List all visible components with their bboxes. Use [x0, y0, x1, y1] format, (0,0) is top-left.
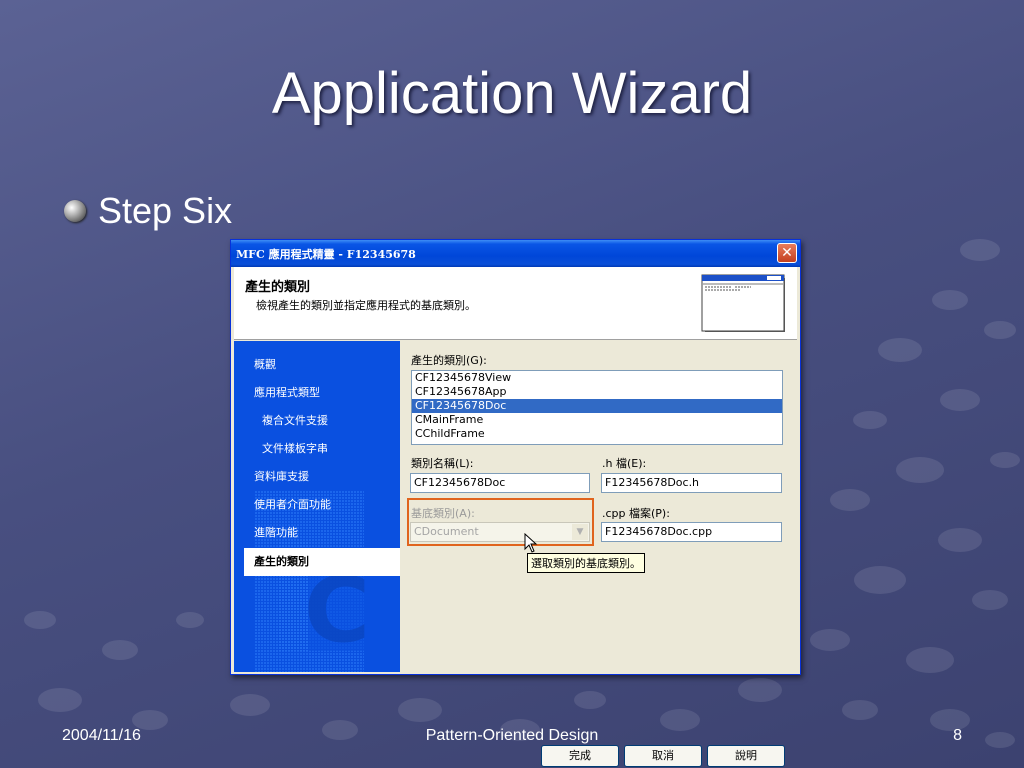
- list-item[interactable]: CMainFrame: [412, 413, 782, 427]
- close-button[interactable]: ✕: [777, 243, 797, 263]
- base-class-combo[interactable]: CDocument ▼: [410, 522, 590, 542]
- list-item[interactable]: CF12345678App: [412, 385, 782, 399]
- base-class-tooltip: 選取類別的基底類別。: [527, 553, 645, 573]
- wizard-content: 產生的類別(G): CF12345678View CF12345678App C…: [400, 341, 797, 767]
- footer-title: Pattern-Oriented Design: [425, 727, 599, 744]
- sidebar-item-advanced-features[interactable]: 進階功能: [234, 519, 400, 547]
- dialog-title: MFC 應用程式精靈 - F12345678: [236, 248, 416, 261]
- slide-title: Application Wizard: [271, 61, 753, 126]
- h-file-label: .h 檔(E):: [602, 457, 647, 470]
- wizard-header: 產生的類別 檢視產生的類別並指定應用程式的基底類別。: [234, 267, 797, 340]
- sidebar-item-database-support[interactable]: 資料庫支援: [234, 463, 400, 491]
- list-item-selected[interactable]: CF12345678Doc: [412, 399, 782, 413]
- chevron-down-icon[interactable]: ▼: [572, 524, 588, 540]
- h-file-field[interactable]: F12345678Doc.h: [601, 473, 782, 493]
- help-button[interactable]: 說明: [707, 745, 785, 767]
- wizard-sidebar: C 概觀 應用程式類型 複合文件支援 文件樣板字串 資料庫支援 使用者介面功能 …: [234, 341, 400, 672]
- close-icon: ✕: [781, 245, 793, 261]
- base-class-value: CDocument: [414, 525, 479, 538]
- list-item[interactable]: CChildFrame: [412, 427, 782, 441]
- bullet-text: Step Six: [98, 190, 233, 231]
- class-name-field[interactable]: CF12345678Doc: [410, 473, 590, 493]
- finish-button[interactable]: 完成: [541, 745, 619, 767]
- generated-classes-label: 產生的類別(G):: [411, 354, 487, 367]
- bullet-item: Step Six: [64, 190, 232, 232]
- mouse-cursor-icon: [524, 533, 538, 553]
- header-title: 產生的類別: [245, 280, 311, 295]
- list-item[interactable]: CF12345678View: [412, 371, 782, 385]
- cpp-file-label: .cpp 檔案(P):: [602, 507, 670, 520]
- page-number: 8: [953, 727, 962, 744]
- class-name-label: 類別名稱(L):: [411, 457, 474, 470]
- sidebar-item-application-type[interactable]: 應用程式類型: [234, 379, 400, 407]
- generated-classes-list[interactable]: CF12345678View CF12345678App CF12345678D…: [411, 370, 783, 445]
- sidebar-item-document-template[interactable]: 文件樣板字串: [234, 435, 400, 463]
- sidebar-item-overview[interactable]: 概觀: [234, 351, 400, 379]
- sidebar-item-ui-features[interactable]: 使用者介面功能: [234, 491, 400, 519]
- header-subtitle: 檢視產生的類別並指定應用程式的基底類別。: [256, 299, 476, 312]
- base-class-label: 基底類別(A):: [411, 507, 475, 520]
- window-preview-icon: [701, 274, 785, 332]
- bullet-sphere-icon: [64, 200, 86, 222]
- cancel-button[interactable]: 取消: [624, 745, 702, 767]
- sidebar-item-compound-document[interactable]: 複合文件支援: [234, 407, 400, 435]
- sidebar-item-generated-classes[interactable]: 產生的類別: [244, 548, 400, 576]
- mfc-wizard-dialog: MFC 應用程式精靈 - F12345678 ✕ 產生的類別 檢視產生的類別並指…: [230, 239, 801, 767]
- dialog-titlebar[interactable]: MFC 應用程式精靈 - F12345678 ✕: [231, 240, 800, 267]
- cpp-file-field[interactable]: F12345678Doc.cpp: [601, 522, 782, 542]
